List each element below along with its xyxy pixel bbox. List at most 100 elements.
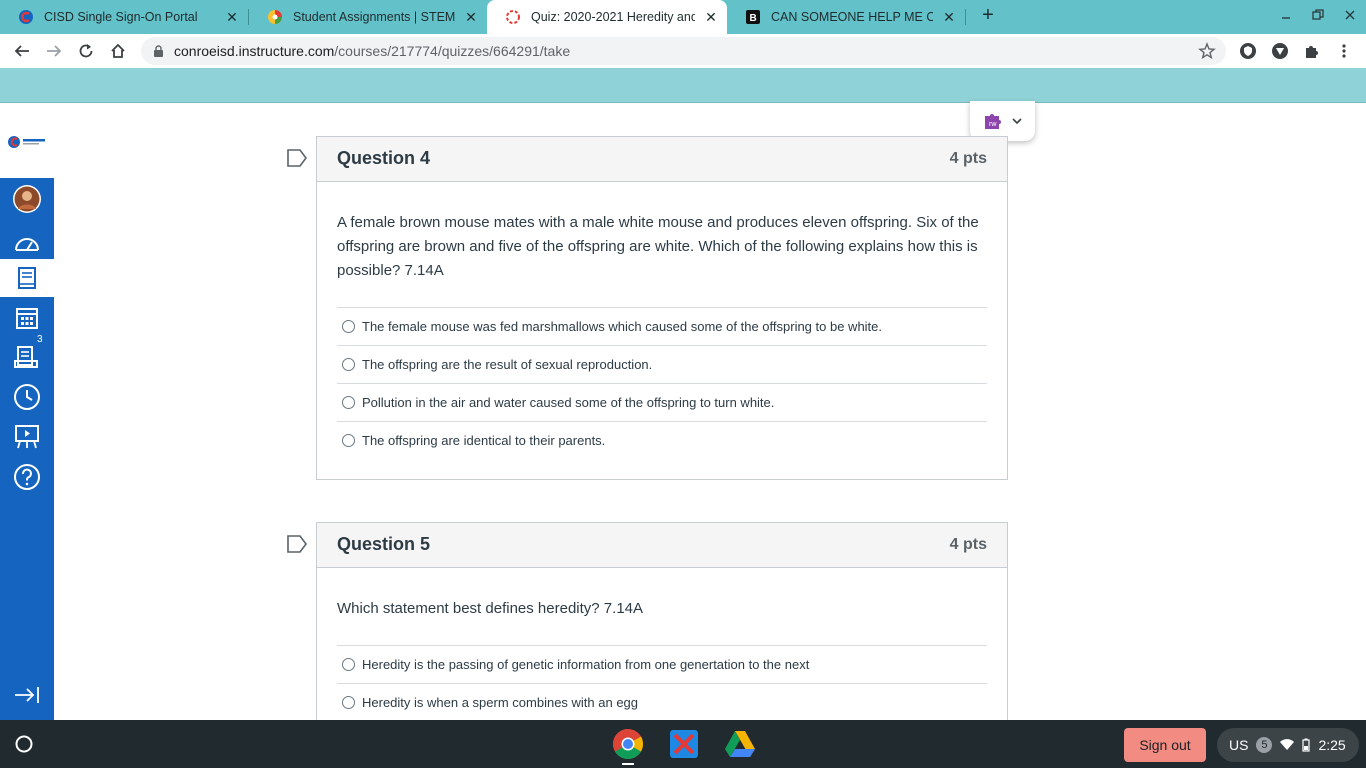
radio-button[interactable] [342, 658, 355, 671]
tab-student-assignments[interactable]: Student Assignments | STEMsco ✕ [249, 2, 487, 32]
launcher-button[interactable] [10, 730, 38, 758]
radio-button[interactable] [342, 320, 355, 333]
os-shelf: Sign out US 5 2:25 [0, 720, 1366, 768]
new-tab-button[interactable]: + [978, 5, 998, 26]
cisd-logo-icon [18, 9, 34, 25]
tab-cisd-portal[interactable]: CISD Single Sign-On Portal ✕ [0, 2, 248, 32]
radio-button[interactable] [342, 396, 355, 409]
question-5: Question 5 4 pts Which statement best de… [316, 522, 1008, 742]
adblock-extension-icon[interactable] [1271, 42, 1289, 60]
nav-history[interactable] [0, 378, 54, 416]
courses-book-icon [18, 267, 36, 289]
flag-question-icon[interactable] [287, 535, 307, 553]
close-icon[interactable]: ✕ [703, 9, 719, 25]
answer-option[interactable]: The female mouse was fed marshmallows wh… [337, 307, 987, 345]
question-4: Question 4 4 pts A female brown mouse ma… [316, 136, 1008, 480]
nav-inbox[interactable]: 3 [0, 334, 54, 376]
url-domain: conroeisd.instructure.com [174, 43, 335, 59]
active-app-indicator [622, 763, 634, 765]
notification-count: 5 [1256, 737, 1273, 753]
close-icon[interactable]: ✕ [941, 9, 957, 25]
nav-account[interactable] [0, 180, 54, 218]
collapse-arrow-icon [15, 687, 39, 703]
battery-icon [1302, 738, 1311, 752]
stemscopes-icon [267, 9, 283, 25]
tab-title: CAN SOMEONE HELP ME ON 3 - [771, 10, 933, 24]
question-title: Question 5 [337, 534, 431, 554]
clock-time: 2:25 [1318, 737, 1346, 753]
chevron-down-icon [1011, 118, 1022, 125]
sign-out-button[interactable]: Sign out [1124, 728, 1206, 762]
answer-option[interactable]: The offspring are identical to their par… [337, 421, 987, 459]
question-points: 4 pts [949, 150, 987, 167]
url-path: /courses/217774/quizzes/664291/take [334, 43, 571, 59]
radio-button[interactable] [342, 358, 355, 371]
question-text: Which statement best defines heredity? 7… [337, 600, 644, 617]
nav-calendar[interactable] [0, 299, 54, 337]
shield-extension-icon[interactable] [1239, 42, 1257, 60]
dashboard-gauge-icon [15, 238, 39, 251]
read-write-extension-button[interactable]: rw [970, 101, 1035, 141]
question-title: Question 4 [337, 148, 431, 168]
answer-option[interactable]: Heredity is the passing of genetic infor… [337, 645, 987, 683]
nav-help[interactable] [0, 458, 54, 496]
close-icon[interactable]: ✕ [463, 9, 479, 25]
tab-divider [965, 9, 966, 25]
tab-title: CISD Single Sign-On Portal [44, 10, 198, 24]
clock-icon [14, 384, 40, 410]
forward-button[interactable] [43, 40, 65, 62]
nav-courses[interactable] [0, 259, 54, 297]
answer-option[interactable]: Pollution in the air and water caused so… [337, 383, 987, 421]
more-menu-icon[interactable] [1335, 42, 1353, 60]
nav-dashboard[interactable] [0, 223, 54, 261]
answer-label: Pollution in the air and water caused so… [362, 395, 775, 410]
conroe-isd-logo[interactable] [0, 103, 54, 178]
inbox-icon [14, 346, 38, 368]
browser-tab-strip: CISD Single Sign-On Portal ✕ Student Ass… [0, 0, 1366, 34]
google-drive-icon[interactable] [724, 728, 756, 760]
question-header: Question 5 4 pts [317, 523, 1007, 568]
rw-label: rw [989, 121, 997, 128]
question-points: 4 pts [949, 536, 987, 553]
svg-text:B: B [750, 13, 757, 24]
address-bar[interactable]: conroeisd.instructure.com/courses/217774… [141, 37, 1226, 65]
minimize-icon[interactable] [1278, 8, 1294, 24]
global-navigation: 3 [0, 178, 54, 720]
avatar [13, 185, 41, 213]
nav-studio[interactable] [0, 418, 54, 456]
answer-label: The female mouse was fed marshmallows wh… [362, 319, 883, 334]
puzzle-extensions-icon[interactable] [1303, 42, 1321, 60]
question-text: A female brown mouse mates with a male w… [337, 214, 979, 279]
answer-label: Heredity is the passing of genetic infor… [362, 657, 810, 672]
tab-quiz[interactable]: Quiz: 2020-2021 Heredity and N ✕ [487, 0, 727, 34]
bookmark-star-icon[interactable] [1198, 42, 1216, 65]
studio-screen-icon [15, 425, 39, 449]
keyboard-locale: US [1229, 737, 1249, 753]
nav-collapse[interactable] [0, 676, 54, 714]
flag-question-icon[interactable] [287, 149, 307, 167]
status-tray[interactable]: US 5 2:25 [1217, 728, 1359, 762]
loading-spinner-icon [505, 9, 521, 25]
close-icon[interactable]: ✕ [224, 9, 240, 25]
radio-button[interactable] [342, 434, 355, 447]
chrome-icon[interactable] [612, 728, 644, 760]
calendar-icon [16, 308, 38, 329]
reload-button[interactable] [75, 40, 97, 62]
brainly-icon: B [745, 9, 761, 25]
back-button[interactable] [11, 40, 33, 62]
window-close-icon[interactable] [1342, 8, 1358, 24]
lock-icon[interactable] [153, 45, 164, 63]
tab-title: Quiz: 2020-2021 Heredity and N [531, 10, 695, 24]
answer-option[interactable]: The offspring are the result of sexual r… [337, 345, 987, 383]
inbox-badge: 3 [37, 334, 43, 345]
answer-label: Heredity is when a sperm combines with a… [362, 695, 639, 710]
page-top-banner [0, 68, 1366, 103]
tab-title: Student Assignments | STEMsco [293, 10, 455, 24]
home-button[interactable] [107, 40, 129, 62]
tab-brainly[interactable]: B CAN SOMEONE HELP ME ON 3 - ✕ [727, 2, 965, 32]
app-x-icon[interactable] [668, 728, 700, 760]
answer-option[interactable]: Heredity is when a sperm combines with a… [337, 683, 987, 721]
restore-icon[interactable] [1310, 8, 1326, 24]
help-question-icon [14, 464, 40, 490]
radio-button[interactable] [342, 696, 355, 709]
